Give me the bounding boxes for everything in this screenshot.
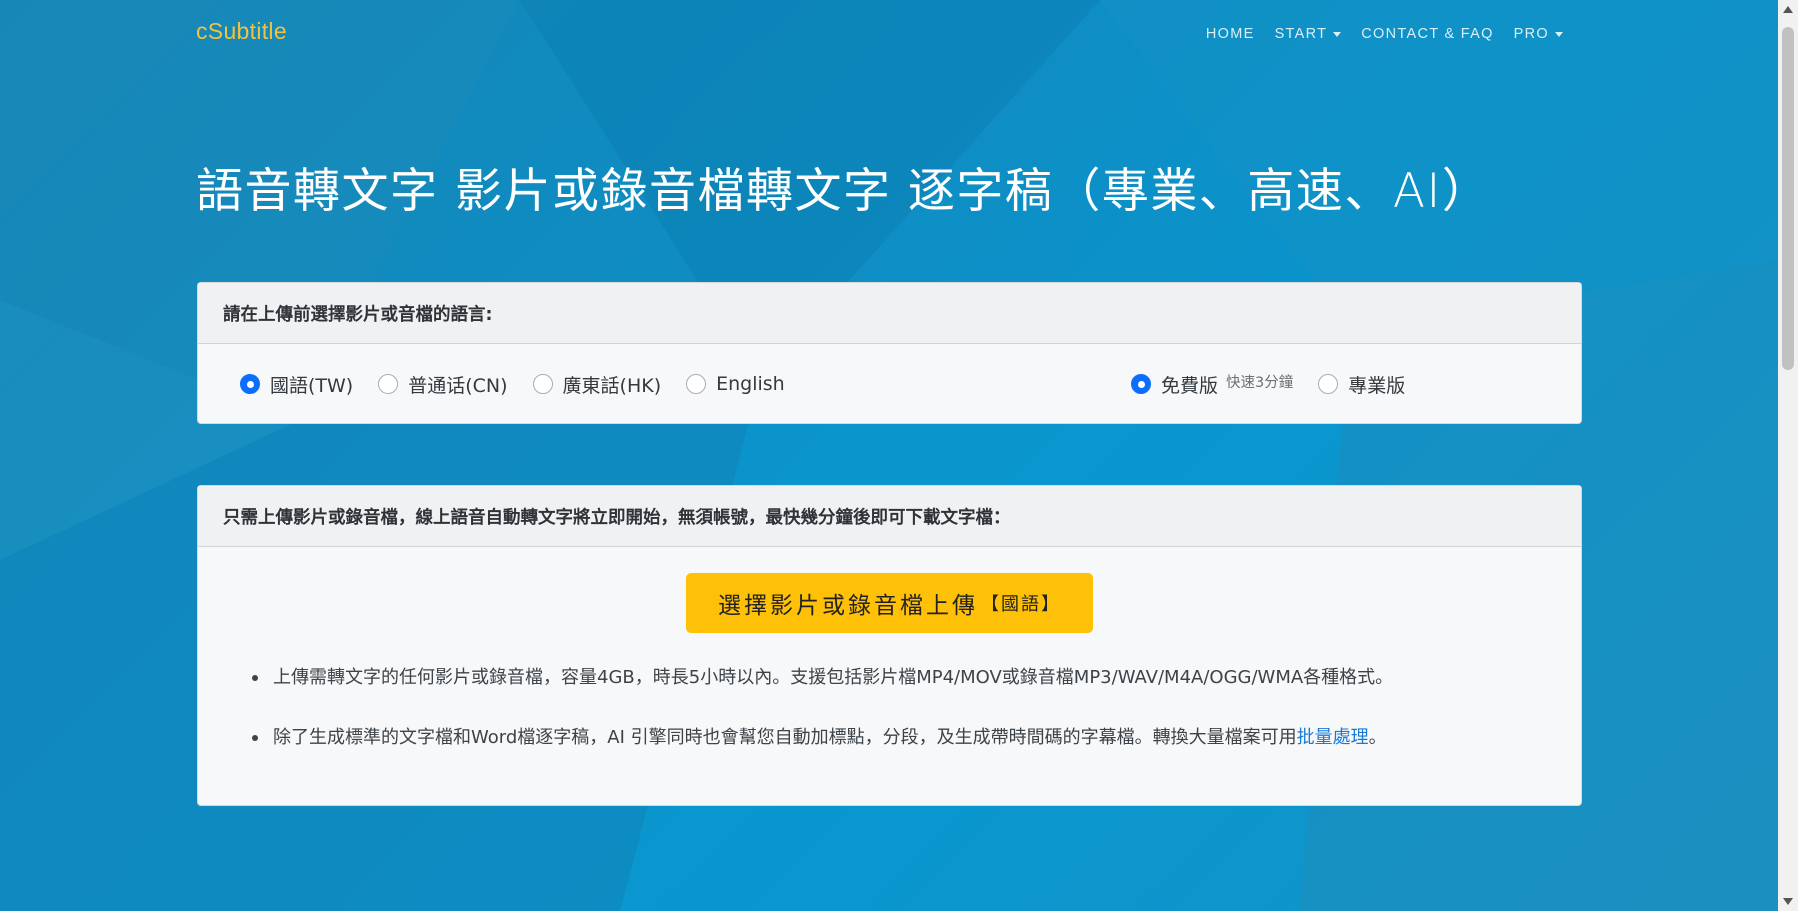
vertical-scrollbar[interactable] [1778, 0, 1798, 911]
batch-processing-link[interactable]: 批量處理 [1297, 727, 1369, 748]
radio-button[interactable] [1131, 374, 1151, 394]
language-card-body: 國語(TW) 普通话(CN) 廣東話(HK) English 免費版 快速3分鐘… [198, 344, 1581, 424]
language-card-header: 請在上傳前選擇影片或音檔的語言: [198, 283, 1581, 344]
upload-button-language-tag: 【國語】 [981, 594, 1061, 614]
radio-button[interactable] [686, 374, 707, 394]
radio-label: 專業版 [1348, 374, 1406, 397]
nav-item-label: PRO [1513, 26, 1549, 42]
radio-label: 普通话(CN) [408, 374, 508, 397]
language-options: 國語(TW) 普通话(CN) 廣東話(HK) English [240, 344, 810, 424]
plan-note: 快速3分鐘 [1226, 374, 1294, 391]
list-item-end: 。 [1368, 727, 1387, 748]
nav-item-contact-faq[interactable]: CONTACT & FAQ [1351, 26, 1503, 42]
plan-option-free[interactable]: 免費版 快速3分鐘 [1131, 371, 1293, 398]
list-item-text: 除了生成標準的文字檔和Word檔逐字稿，AI 引擎同時也會幫您自動加標點，分段，… [273, 727, 1297, 748]
radio-label: 免費版 [1161, 374, 1219, 397]
scroll-up-arrow-icon[interactable] [1783, 6, 1793, 13]
radio-button[interactable] [378, 374, 399, 394]
page: cSubtitle HOME START CONTACT & FAQ PRO 語… [0, 0, 1778, 911]
radio-button[interactable] [1318, 374, 1339, 394]
page-title: 語音轉文字 影片或錄音檔轉文字 逐字稿（專業、高速、AI） [196, 164, 1491, 219]
language-option-tw[interactable]: 國語(TW) [240, 371, 353, 398]
language-card: 請在上傳前選擇影片或音檔的語言: 國語(TW) 普通话(CN) 廣東話(HK) … [197, 282, 1582, 424]
info-list: 上傳需轉文字的任何影片或錄音檔，容量4GB，時長5小時以內。支援包括影片檔MP4… [252, 666, 1561, 786]
nav-item-pro[interactable]: PRO [1504, 26, 1573, 42]
list-item: 上傳需轉文字的任何影片或錄音檔，容量4GB，時長5小時以內。支援包括影片檔MP4… [252, 666, 1561, 726]
scrollbar-thumb[interactable] [1782, 27, 1794, 370]
nav-item-label: CONTACT & FAQ [1361, 26, 1494, 42]
caret-down-icon [1333, 31, 1342, 37]
plan-option-pro[interactable]: 專業版 [1318, 371, 1405, 398]
upload-button-label: 選擇影片或錄音檔上傳 [718, 592, 978, 618]
upload-card-header: 只需上傳影片或錄音檔，線上語音自動轉文字將立即開始，無須帳號，最快幾分鐘後即可下… [198, 486, 1581, 547]
nav-item-label: HOME [1205, 26, 1255, 42]
top-nav: HOME START CONTACT & FAQ PRO [1196, 26, 1573, 42]
nav-item-home[interactable]: HOME [1196, 26, 1265, 42]
upload-button[interactable]: 選擇影片或錄音檔上傳 【國語】 [686, 573, 1093, 633]
radio-label: 國語(TW) [270, 374, 354, 397]
list-item: 除了生成標準的文字檔和Word檔逐字稿，AI 引擎同時也會幫您自動加標點，分段，… [252, 726, 1561, 786]
radio-button[interactable] [532, 374, 553, 394]
list-item-text: 上傳需轉文字的任何影片或錄音檔，容量4GB，時長5小時以內。支援包括影片檔MP4… [273, 667, 1394, 688]
language-option-cn[interactable]: 普通话(CN) [378, 371, 508, 398]
nav-item-label: START [1274, 26, 1328, 42]
radio-button[interactable] [240, 374, 260, 394]
radio-label: English [716, 373, 785, 395]
language-option-hk[interactable]: 廣東話(HK) [532, 371, 662, 398]
brand-logo[interactable]: cSubtitle [196, 18, 287, 45]
scroll-down-arrow-icon[interactable] [1783, 898, 1793, 905]
caret-down-icon [1555, 31, 1563, 37]
language-option-en[interactable]: English [686, 373, 785, 395]
nav-item-start[interactable]: START [1265, 26, 1352, 42]
plan-options: 免費版 快速3分鐘 專業版 [1131, 344, 1430, 424]
upload-card: 只需上傳影片或錄音檔，線上語音自動轉文字將立即開始，無須帳號，最快幾分鐘後即可下… [197, 485, 1582, 806]
radio-label: 廣東話(HK) [562, 374, 662, 397]
